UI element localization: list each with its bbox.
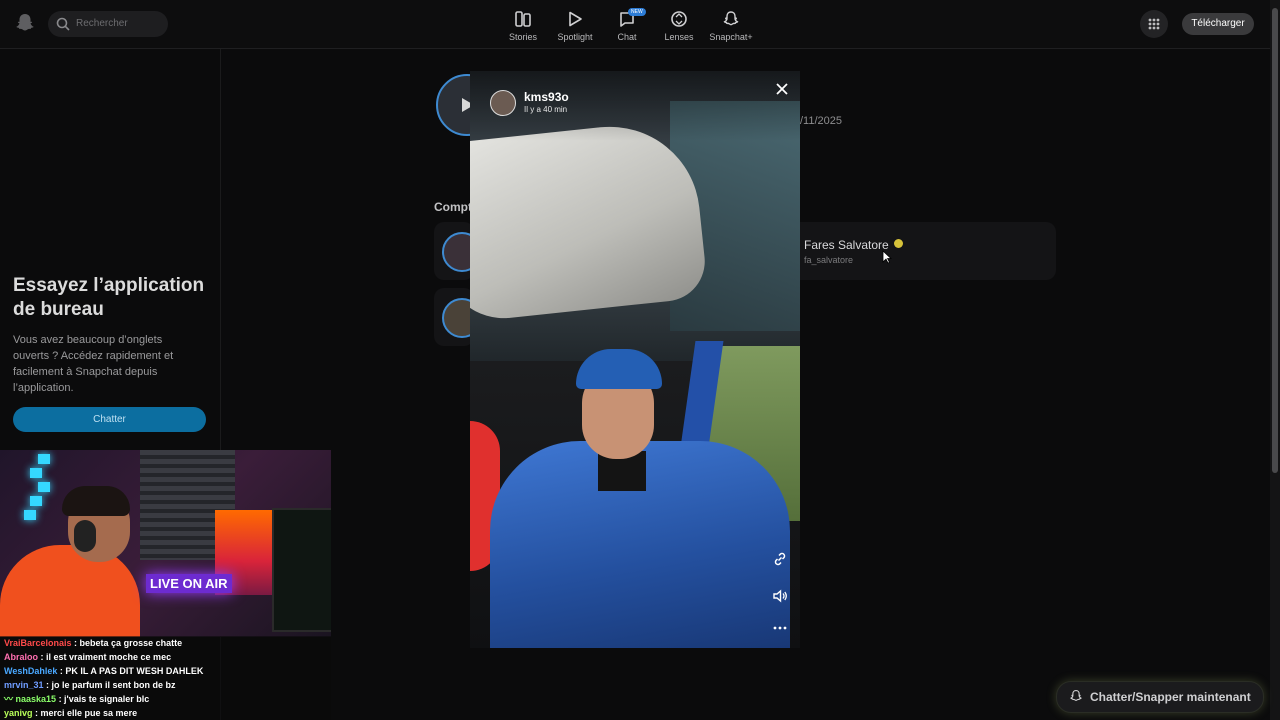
chat-message: VraiBarcelonais : bebeta ça grosse chatt… [0,636,331,650]
account-username: fa_salvatore [804,255,854,265]
nav-lenses-label: Lenses [664,32,694,42]
apps-grid-button[interactable] [1140,10,1168,38]
chat-message: mrvin_31 : jo le parfum il sent bon de b… [0,678,331,692]
snapchat-plus-icon [723,11,739,26]
nav-stories-label: Stories [508,32,537,42]
stream-chat: VraiBarcelonais : bebeta ça grosse chatt… [0,636,331,720]
nav-lenses[interactable]: Lenses [653,6,705,46]
chat-username: mrvin_31 [4,680,44,690]
chat-button[interactable]: Chatter [13,407,206,432]
section-label: Compt [434,200,472,214]
story-viewer[interactable]: kms93o Il y a 40 min [470,71,800,648]
webcam-streamer-body [0,545,140,637]
story-header-shade [470,71,800,141]
account-card[interactable] [434,288,482,346]
chat-snap-now-button[interactable]: Chatter/Snapper maintenant [1056,681,1264,713]
page-scrollbar[interactable] [1270,0,1280,720]
search-input[interactable]: Rechercher [76,18,128,29]
streamer-webcam: LIVE ON AIR [0,450,331,637]
webcam-light-panel [30,496,42,506]
webcam-light-panel [38,482,50,492]
search-icon [56,17,70,31]
chat-message: 〰 naaska15 : j'vais te signaler blc [0,692,331,706]
story-username[interactable]: kms93o [524,90,569,104]
suggested-account-card[interactable]: Fares Salvatore fa_salvatore [790,222,1056,280]
chat-message: Abraloo : il est vraiment moche ce mec [0,650,331,664]
chat-message: WeshDahlek : PK IL A PAS DIT WESH DAHLEK [0,664,331,678]
stories-icon [515,11,531,27]
story-timestamp: Il y a 40 min [524,105,568,114]
nav-spotlight-label: Spotlight [557,32,593,42]
account-name: Fares Salvatore [804,238,889,252]
grid-icon [1148,18,1160,30]
spotlight-icon [569,11,582,27]
nav-snapchat-plus[interactable]: Snapchat+ [705,6,757,46]
verified-badge-icon [894,239,903,248]
chat-username: WeshDahlek [4,666,58,676]
chat-badge: 〰 [4,694,16,704]
nav-snapchat-plus-label: Snapchat+ [709,32,753,42]
promo-title: Essayez l’application de bureau [13,275,205,320]
chat-username: Abraloo [4,652,39,662]
chat-username: yanivg [4,708,33,718]
webcam-light-panel [38,454,50,464]
chat-text: : PK IL A PAS DIT WESH DAHLEK [57,666,204,676]
download-button[interactable]: Télécharger [1182,13,1254,35]
new-badge: NEW [628,8,646,16]
nav-chat[interactable]: NEW Chat [601,6,653,46]
chat-text: : jo le parfum il sent bon de bz [43,680,176,690]
webcam-monitor [272,508,331,632]
mouse-cursor-icon [882,250,892,264]
search-bar[interactable]: Rechercher [48,11,168,37]
story-user-avatar[interactable] [490,90,516,116]
nav-spotlight[interactable]: Spotlight [549,6,601,46]
cta-label: Chatter/Snapper maintenant [1090,690,1251,704]
lenses-icon [671,11,687,27]
chat-text: : j'vais te signaler blc [56,694,150,704]
headset-icon [74,520,96,552]
account-card[interactable] [434,222,482,280]
chat-message: yanivg : merci elle pue sa mere [0,706,331,720]
nav-chat-label: Chat [617,32,637,42]
top-bar: Rechercher Stories Spotlight NEW Chat Le… [0,0,1270,49]
snapchat-logo-icon[interactable] [14,12,36,34]
sound-icon[interactable] [771,587,789,605]
snapchat-ghost-icon [1070,690,1082,701]
live-on-air-sign: LIVE ON AIR [146,574,232,593]
chat-text: : bebeta ça grosse chatte [71,638,183,648]
chat-text: : merci elle pue sa mere [32,708,138,718]
nav-stories[interactable]: Stories [497,6,549,46]
webcam-streamer-hair [62,486,130,516]
link-icon[interactable] [771,550,789,568]
chat-username: VraiBarcelonais [4,638,72,648]
more-icon[interactable] [771,619,789,637]
scrollbar-thumb[interactable] [1272,8,1278,473]
webcam-light-panel [24,510,36,520]
close-icon[interactable] [773,80,791,98]
webcam-light-panel [30,468,42,478]
profile-date: /11/2025 [800,115,843,127]
chat-text: : il est vraiment moche ce mec [38,652,172,662]
chat-username: naaska15 [15,694,57,704]
promo-text: Vous avez beaucoup d’onglets ouverts ? A… [13,334,174,394]
